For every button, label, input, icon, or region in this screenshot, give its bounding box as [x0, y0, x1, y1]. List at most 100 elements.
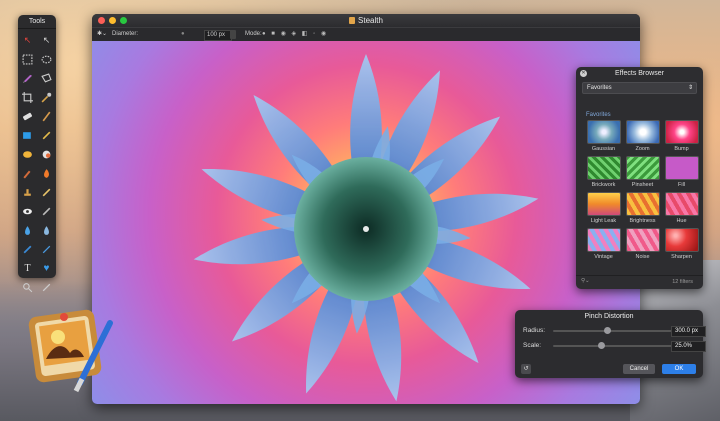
rect-select-icon[interactable]: [18, 50, 37, 69]
hand-icon[interactable]: [37, 278, 56, 297]
filter-item[interactable]: Brickwork: [585, 156, 622, 190]
filter-item[interactable]: Light Leak: [585, 192, 622, 226]
pinch-distortion-title: Pinch Distortion: [584, 313, 634, 320]
scale-label: Scale:: [523, 342, 542, 349]
zoom-icon[interactable]: [18, 278, 37, 297]
window-titlebar: Stealth: [92, 14, 640, 27]
filter-item[interactable]: Brightness: [624, 192, 661, 226]
category-select[interactable]: Favorites ⇕: [582, 82, 697, 94]
crop-icon[interactable]: [18, 88, 37, 107]
filter-thumbnail: [664, 120, 699, 144]
filter-thumbnail: [664, 192, 699, 216]
filter-label: Light Leak: [590, 218, 617, 224]
fill-bucket-icon[interactable]: [18, 126, 37, 145]
filter-label: Zoom: [635, 146, 650, 152]
mode-buttons[interactable]: ● ■ ◉ ◈ ◧ ◦ ◉: [262, 28, 328, 41]
arrow-red-icon[interactable]: ↖: [18, 31, 37, 50]
effects-browser-titlebar: ✕ Effects Browser: [576, 67, 703, 80]
radius-row: Radius: 300.0 px: [523, 326, 706, 337]
reset-icon[interactable]: ↺: [521, 364, 531, 374]
diameter-label: Diameter:: [112, 31, 139, 37]
filter-thumbnail: [664, 228, 699, 252]
gear-icon[interactable]: [37, 145, 56, 164]
filter-item[interactable]: Fill: [663, 156, 700, 190]
effects-browser-panel: ✕ Effects Browser Favorites ⇕ Favorites …: [576, 67, 703, 289]
filter-thumbnail: [664, 156, 699, 180]
chevron-updown-icon: ⇕: [687, 85, 693, 91]
brush-icon[interactable]: [37, 107, 56, 126]
filter-item[interactable]: Gaussian: [585, 120, 622, 154]
drop-icon[interactable]: [18, 221, 37, 240]
smudge-icon[interactable]: [18, 164, 37, 183]
filter-grid: Gaussian Zoom Bump Brickwork Pinsheet Fi…: [576, 118, 703, 262]
dodge-icon[interactable]: [37, 202, 56, 221]
window-title-wrap: Stealth: [92, 14, 640, 27]
mode-label: Mode:: [245, 31, 262, 37]
heart-shape-icon[interactable]: ♥: [37, 259, 56, 278]
tools-panel: Tools ↖ ↖ T ♥: [18, 15, 56, 293]
filter-label: Gaussian: [591, 146, 616, 152]
effects-footer: ⚲⌄ 12 filters: [576, 275, 703, 289]
close-icon[interactable]: ✕: [580, 70, 587, 77]
shape-rect-icon[interactable]: [18, 145, 37, 164]
filter-item[interactable]: Pinsheet: [624, 156, 661, 190]
app-icon: [28, 309, 113, 393]
effects-browser-title: Effects Browser: [615, 70, 664, 77]
pinch-distortion-panel: Pinch Distortion Radius: 300.0 px Scale:…: [515, 310, 706, 378]
filter-item[interactable]: Bump: [663, 120, 700, 154]
text-tool-icon[interactable]: T: [18, 259, 37, 278]
ok-button[interactable]: OK: [662, 364, 696, 374]
diameter-field[interactable]: 100 px: [204, 30, 232, 41]
filter-count: 12 filters: [672, 279, 693, 285]
category-select-value: Favorites: [587, 85, 612, 91]
blur-drop-icon[interactable]: [37, 221, 56, 240]
radius-slider[interactable]: [553, 327, 673, 334]
tools-title: Tools: [18, 15, 56, 29]
clone-stamp-icon[interactable]: [18, 183, 37, 202]
filter-item[interactable]: Vintage: [585, 228, 622, 262]
ellipse-select-icon[interactable]: [37, 50, 56, 69]
filter-thumbnail: [625, 156, 660, 180]
pen-tool-icon[interactable]: [37, 183, 56, 202]
scale-value-field[interactable]: 25.0%: [671, 341, 706, 352]
filter-item[interactable]: Hue: [663, 192, 700, 226]
scale-slider[interactable]: [553, 342, 673, 349]
filter-item[interactable]: Zoom: [624, 120, 661, 154]
filter-thumbnail: [586, 192, 621, 216]
lasso-icon[interactable]: [18, 69, 37, 88]
radius-value-field[interactable]: 300.0 px: [671, 326, 706, 337]
bandage-icon[interactable]: [18, 240, 37, 259]
filter-label: Sharpen: [671, 254, 692, 260]
diameter-dot-icon[interactable]: ●: [181, 28, 185, 41]
scale-slider-knob[interactable]: [598, 342, 606, 349]
filter-label: Hue: [676, 218, 687, 224]
move-arrow-icon[interactable]: ↖: [37, 31, 56, 50]
filter-label: Fill: [677, 182, 686, 188]
filter-thumbnail: [586, 156, 621, 180]
filter-label: Noise: [635, 254, 650, 260]
filter-label: Brickwork: [591, 182, 616, 188]
diameter-stepper[interactable]: [230, 30, 236, 39]
polygon-lasso-icon[interactable]: [37, 69, 56, 88]
filter-item[interactable]: Sharpen: [663, 228, 700, 262]
filter-label: Brightness: [629, 218, 656, 224]
cancel-button[interactable]: Cancel: [623, 364, 655, 374]
eye-icon[interactable]: [18, 202, 37, 221]
filter-item[interactable]: Noise: [624, 228, 661, 262]
tool-grid: ↖ ↖ T ♥: [18, 29, 56, 299]
brush-preset-icon[interactable]: ✱⌄: [97, 28, 107, 41]
scale-row: Scale: 25.0%: [523, 341, 706, 352]
search-icon[interactable]: ⚲⌄: [581, 278, 590, 284]
radius-label: Radius:: [523, 327, 546, 334]
filter-label: Pinsheet: [631, 182, 654, 188]
filter-label: Bump: [674, 146, 689, 152]
line-icon[interactable]: [37, 240, 56, 259]
document-icon: [349, 17, 356, 24]
window-title: Stealth: [358, 16, 383, 25]
eraser-icon[interactable]: [18, 107, 37, 126]
flame-icon[interactable]: [37, 164, 56, 183]
pencil-icon[interactable]: [37, 126, 56, 145]
eyedropper-icon[interactable]: [37, 88, 56, 107]
filter-label: Vintage: [594, 254, 613, 260]
radius-slider-knob[interactable]: [603, 327, 611, 334]
